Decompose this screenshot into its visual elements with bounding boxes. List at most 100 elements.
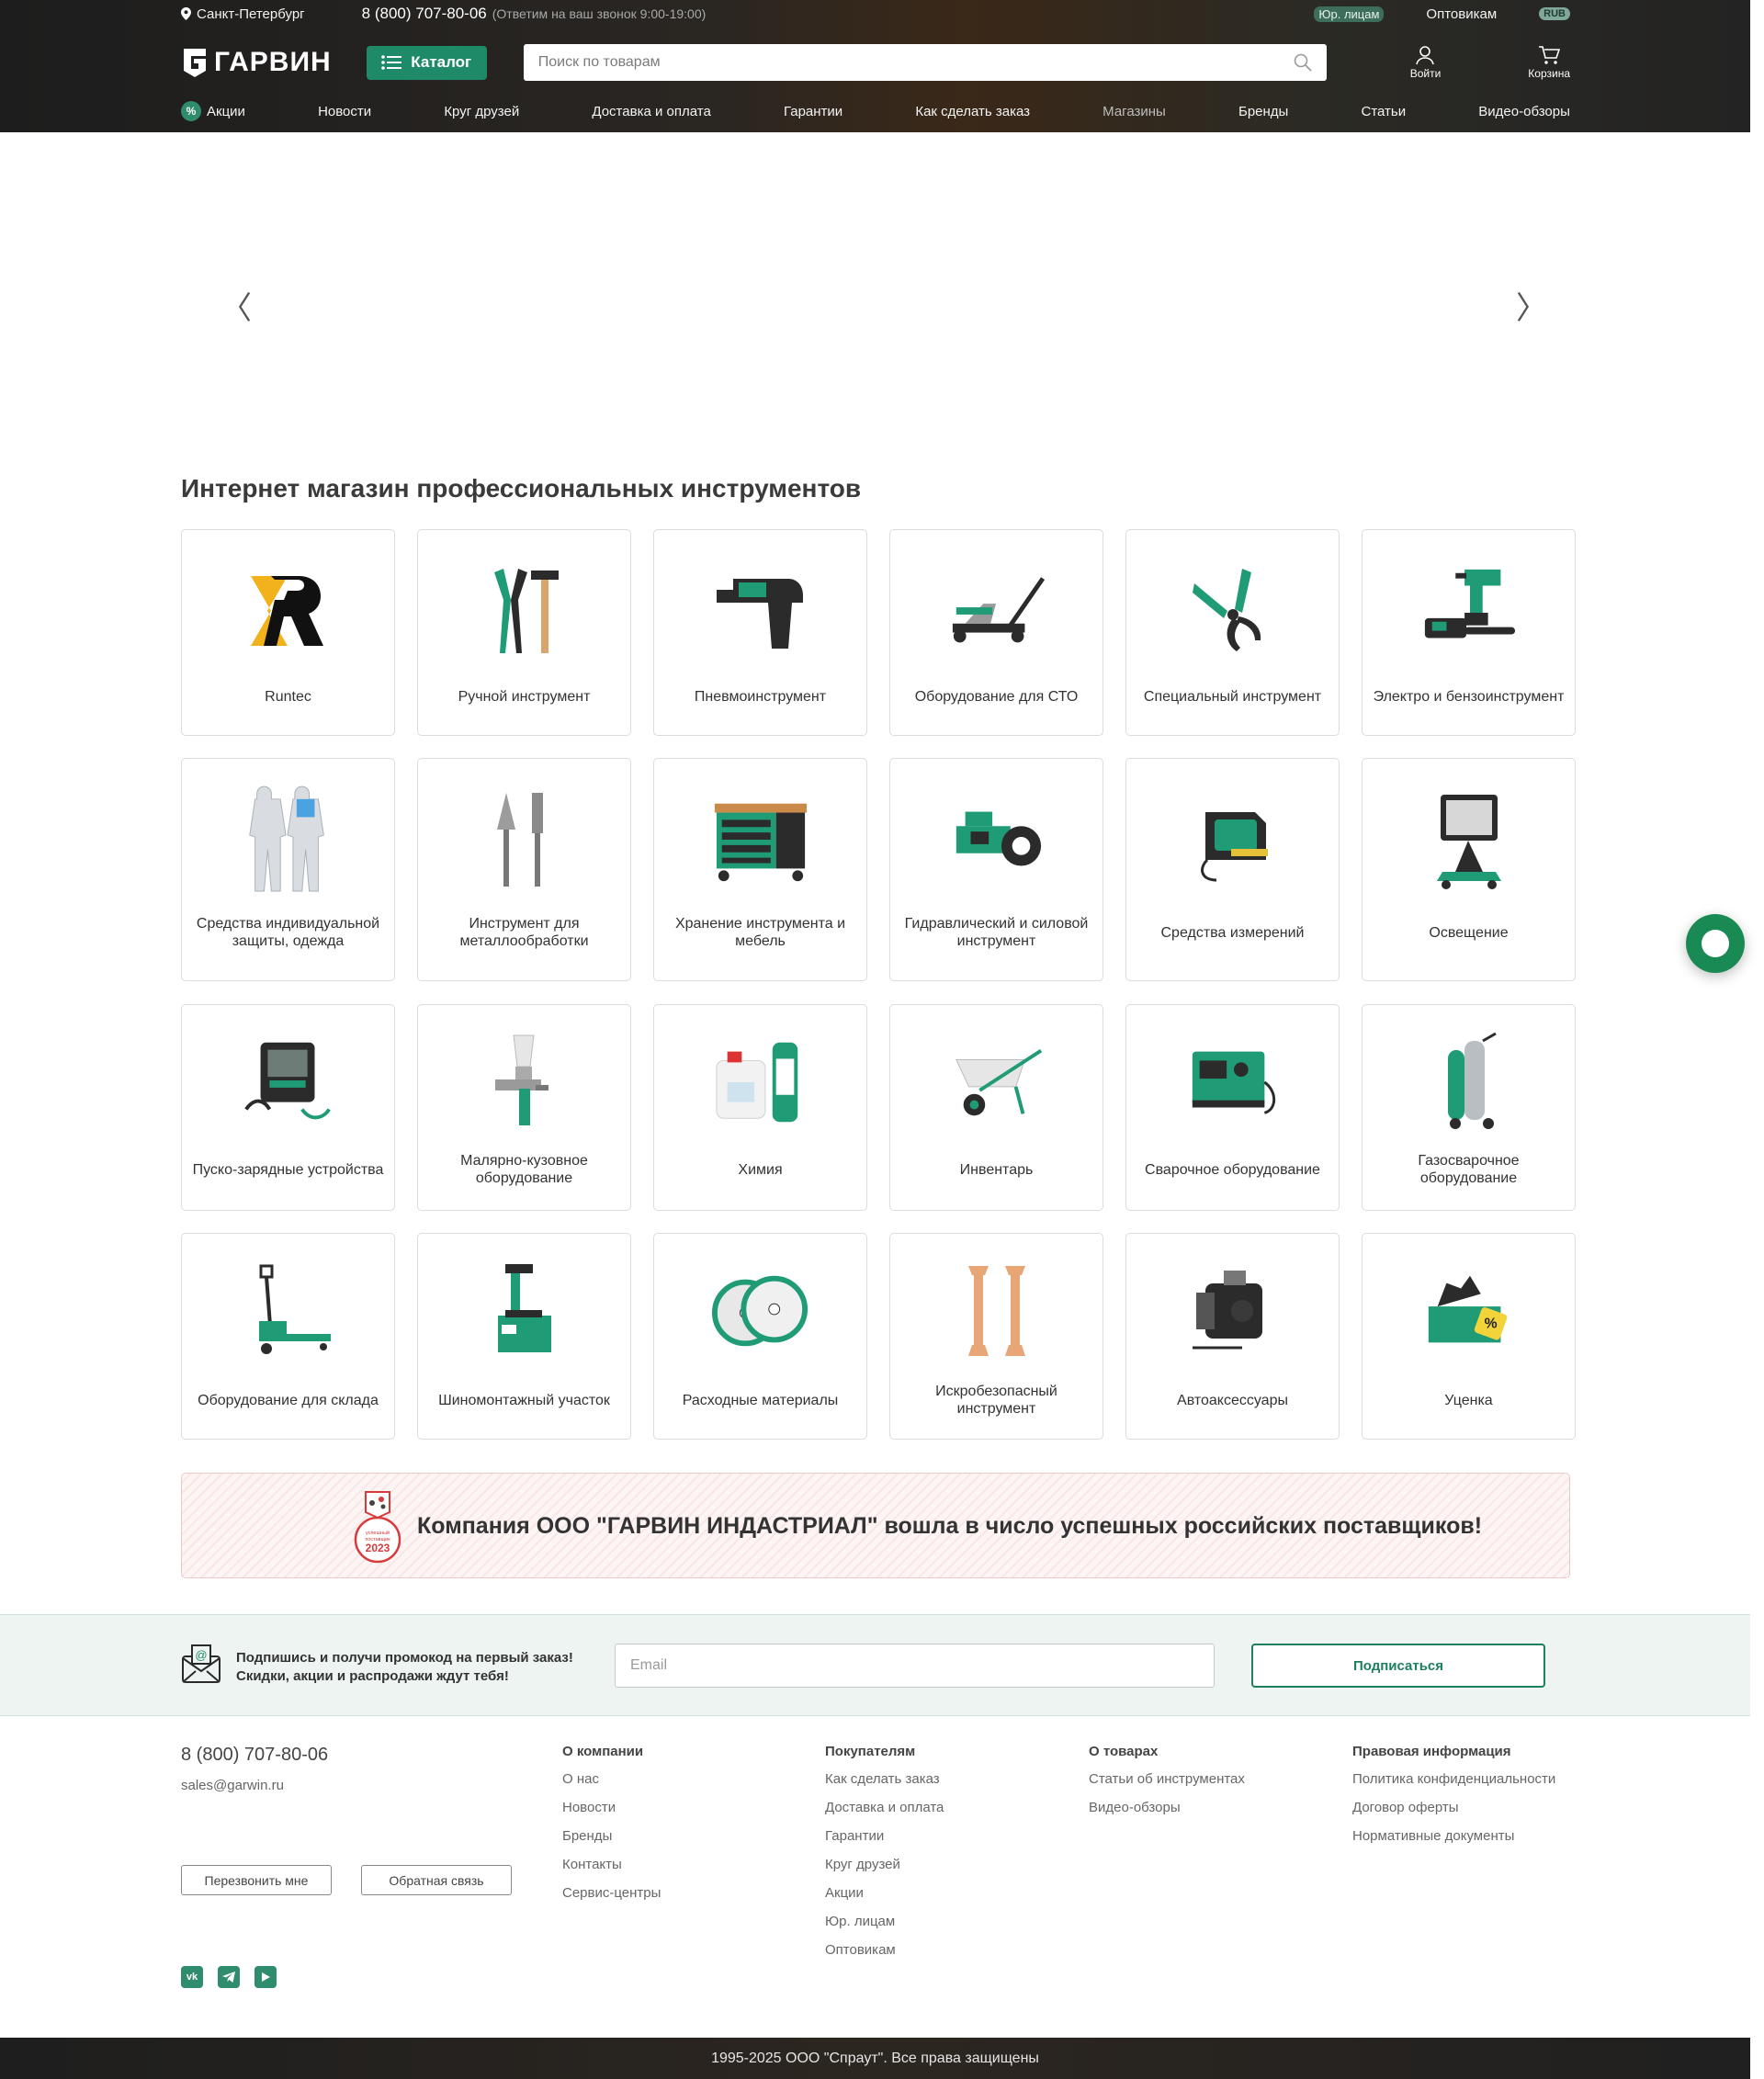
footer-column-title: Покупателям xyxy=(825,1744,916,1759)
gas-cylinder-icon xyxy=(1419,1032,1519,1132)
cart-icon xyxy=(1539,46,1561,64)
category-card[interactable]: Специальный инструмент xyxy=(1125,529,1340,736)
category-card[interactable]: Освещение xyxy=(1362,758,1576,981)
feedback-button[interactable]: Обратная связь xyxy=(361,1865,512,1895)
footer-link[interactable]: Акции xyxy=(825,1884,1046,1902)
category-card[interactable]: Электро и бензоинструмент xyxy=(1362,529,1576,736)
category-card[interactable]: Оборудование для склада xyxy=(181,1233,395,1440)
top-bar: Санкт-Петербург 8 (800) 707-80-06 (Ответ… xyxy=(181,0,1570,28)
footer-link[interactable]: Сервис-центры xyxy=(562,1884,783,1902)
nav-item-guarantees[interactable]: Гарантии xyxy=(784,104,842,119)
welder-icon xyxy=(1183,1033,1283,1132)
category-label: Сварочное оборудование xyxy=(1145,1161,1320,1178)
nav-item-delivery[interactable]: Доставка и оплата xyxy=(592,104,710,119)
category-card[interactable]: Пневмоинструмент xyxy=(653,529,867,736)
footer-link[interactable]: Новости xyxy=(562,1799,783,1816)
floodlight-icon xyxy=(1419,790,1519,889)
impact-wrench-icon xyxy=(711,561,810,661)
category-label: Электро и бензоинструмент xyxy=(1373,688,1565,705)
footer-link[interactable]: Круг друзей xyxy=(825,1856,1046,1873)
footer-link[interactable]: Гарантии xyxy=(825,1827,1046,1845)
category-card[interactable]: Средства измерений xyxy=(1125,758,1340,981)
nav-item-news[interactable]: Новости xyxy=(318,104,371,119)
footer-link[interactable]: Статьи об инструментах xyxy=(1089,1770,1309,1788)
successful-supplier-badge: успешный поставщик 2023 xyxy=(354,1491,401,1564)
category-card[interactable]: Сварочное оборудование xyxy=(1125,1004,1340,1211)
legal-entities-link[interactable]: Юр. лицам xyxy=(1314,6,1385,22)
cart-button[interactable]: Корзина xyxy=(1528,45,1570,80)
nav-item-articles[interactable]: Статьи xyxy=(1362,104,1407,119)
category-card[interactable]: Средства индивидуальной защиты, одежда xyxy=(181,758,395,981)
supplier-banner[interactable]: успешный поставщик 2023 Компания ООО "ГА… xyxy=(181,1473,1570,1578)
nav-item-friends[interactable]: Круг друзей xyxy=(444,104,519,119)
category-label: Пневмоинструмент xyxy=(694,688,827,705)
footer-link[interactable]: Нормативные документы xyxy=(1352,1827,1564,1845)
footer-link[interactable]: Контакты xyxy=(562,1856,783,1873)
category-card[interactable]: Инвентарь xyxy=(889,1004,1103,1211)
category-label: Инструмент для металлообработки xyxy=(459,916,589,949)
category-card[interactable]: Ручной инструмент xyxy=(417,529,631,736)
wholesale-link[interactable]: Оптовикам xyxy=(1426,6,1497,22)
svg-text:%: % xyxy=(1485,1316,1498,1332)
category-card[interactable]: Газосварочное оборудование xyxy=(1362,1004,1576,1211)
search-icon[interactable] xyxy=(1294,53,1312,72)
footer-link[interactable]: Оптовикам xyxy=(825,1941,1046,1959)
category-label: Пуско-зарядные устройства xyxy=(192,1161,384,1178)
search-input[interactable] xyxy=(537,54,1294,71)
slider-prev-arrow[interactable]: 〈 xyxy=(220,283,252,328)
category-card[interactable]: Инструмент для металлообработки xyxy=(417,758,631,981)
envelope-at-icon: @ xyxy=(182,1644,220,1683)
nav-item-promotions[interactable]: % Акции xyxy=(181,101,245,121)
category-label: Средства индивидуальной защиты, одежда xyxy=(196,916,380,949)
category-label: Ручной инструмент xyxy=(458,688,591,705)
nav-item-brands[interactable]: Бренды xyxy=(1238,104,1288,119)
category-card[interactable]: Малярно-кузовное оборудование xyxy=(417,1004,631,1211)
footer-link[interactable]: Юр. лицам xyxy=(825,1913,1046,1930)
main-nav: % Акции Новости Круг друзей Доставка и оп… xyxy=(181,96,1570,127)
category-card[interactable]: % Уценка xyxy=(1362,1233,1576,1440)
nav-item-stores[interactable]: Магазины xyxy=(1102,104,1166,119)
call-me-button[interactable]: Перезвонить мне xyxy=(181,1865,332,1895)
subscribe-section: @ Подпишись и получи промокод на первый … xyxy=(0,1614,1750,1716)
footer-link[interactable]: Политика конфиденциальности xyxy=(1352,1770,1564,1788)
city-selector[interactable]: Санкт-Петербург xyxy=(181,6,305,22)
telegram-icon[interactable] xyxy=(218,1966,240,1988)
catalog-button[interactable]: Каталог xyxy=(366,45,487,80)
footer-email[interactable]: sales@garwin.ru xyxy=(181,1778,284,1793)
category-label: Расходные материалы xyxy=(682,1392,839,1408)
footer-link[interactable]: Договор оферты xyxy=(1352,1799,1564,1816)
special-pliers-icon xyxy=(1183,561,1283,661)
category-card[interactable]: Оборудование для СТО xyxy=(889,529,1103,736)
footer-link[interactable]: Доставка и оплата xyxy=(825,1799,1046,1816)
category-card[interactable]: Шиномонтажный участок xyxy=(417,1233,631,1440)
nav-item-how-to-order[interactable]: Как сделать заказ xyxy=(915,104,1030,119)
category-card[interactable]: Хранение инструмента и мебель xyxy=(653,758,867,981)
category-card[interactable]: Runtec xyxy=(181,529,395,736)
category-card[interactable]: Химия xyxy=(653,1004,867,1211)
slider-next-arrow[interactable]: 〉 xyxy=(1516,283,1547,328)
currency-selector[interactable]: RUB xyxy=(1539,7,1570,20)
nav-item-video-reviews[interactable]: Видео-обзоры xyxy=(1478,104,1570,119)
login-button[interactable]: Войти xyxy=(1410,45,1441,80)
header-phone[interactable]: 8 (800) 707-80-06 xyxy=(362,5,487,23)
footer-link[interactable]: Бренды xyxy=(562,1827,783,1845)
category-label: Оборудование для склада xyxy=(198,1392,379,1408)
footer-phone[interactable]: 8 (800) 707-80-06 xyxy=(181,1745,328,1766)
category-card[interactable]: Автоаксессуары xyxy=(1125,1233,1340,1440)
footer-link[interactable]: Как сделать заказ xyxy=(825,1770,1046,1788)
category-label: Специальный инструмент xyxy=(1143,688,1322,705)
floor-jack-icon xyxy=(947,561,1046,661)
chat-widget-button[interactable] xyxy=(1686,914,1745,973)
subscribe-button[interactable]: Подписаться xyxy=(1251,1644,1545,1688)
category-card[interactable]: Расходные материалы xyxy=(653,1233,867,1440)
category-card[interactable]: Искробезопасный инструмент xyxy=(889,1233,1103,1440)
subscribe-email-input[interactable] xyxy=(615,1644,1215,1688)
footer-link[interactable]: Видео-обзоры xyxy=(1089,1799,1309,1816)
subscribe-text: Подпишись и получи промокод на первый за… xyxy=(236,1649,573,1686)
category-card[interactable]: Гидравлический и силовой инструмент xyxy=(889,758,1103,981)
category-card[interactable]: Пуско-зарядные устройства xyxy=(181,1004,395,1211)
youtube-icon[interactable] xyxy=(254,1966,277,1988)
vk-icon[interactable]: vk xyxy=(181,1966,203,1988)
site-logo[interactable]: ГАРВИН xyxy=(181,47,332,78)
footer-link[interactable]: О нас xyxy=(562,1770,783,1788)
